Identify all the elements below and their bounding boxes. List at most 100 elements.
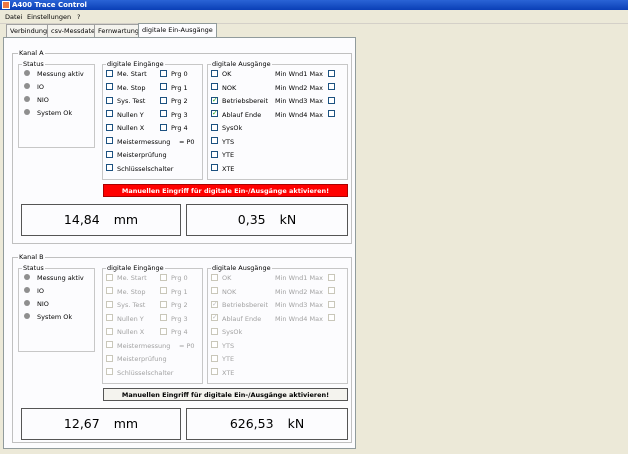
checkbox-ok[interactable]: OK	[211, 69, 231, 78]
checkbox-min-wnd1-max: Min Wnd1 Max	[275, 273, 335, 282]
status-led-io: IO	[24, 83, 44, 91]
checkbox-box[interactable]	[106, 137, 113, 144]
checkbox-min-wnd4-max[interactable]: Min Wnd4 Max	[275, 110, 335, 119]
checkbox-label: Betriebsbereit	[222, 301, 269, 309]
checkbox-schluesselschalter[interactable]: Schlüsselschalter	[106, 164, 174, 173]
checkbox-box[interactable]	[160, 96, 167, 104]
checkbox-box[interactable]	[160, 123, 167, 131]
kanal-b-group: Kanal B Status Messung aktiv IO NIO System Ok…	[12, 253, 352, 443]
checkbox-label: Schlüsselschalter	[117, 164, 174, 173]
checkbox-label: Min Wnd2 Max	[275, 83, 323, 92]
checkbox-min-wnd2-max[interactable]: Min Wnd2 Max	[275, 83, 335, 92]
checkbox-sysok[interactable]: SysOk	[211, 123, 242, 132]
checkbox-box[interactable]	[106, 83, 113, 90]
checkbox-label: Me. Start	[117, 274, 147, 282]
checkbox-sys-test[interactable]: Sys. Test	[106, 96, 145, 105]
manual-intervention-button[interactable]: Manuellen Eingriff für digitale Ein-/Aus…	[103, 388, 348, 401]
tab-fernwartung[interactable]: Fernwartung	[94, 24, 143, 37]
checkbox-box[interactable]	[160, 110, 167, 117]
tab-digitale-ein-ausgaenge[interactable]: digitale Ein-Ausgänge	[138, 23, 217, 38]
checkbox-min-wnd1-max[interactable]: Min Wnd1 Max	[275, 69, 335, 78]
checkbox-box[interactable]	[211, 164, 218, 171]
checkbox-box[interactable]	[106, 69, 113, 77]
status-led-label: NIO	[37, 96, 49, 104]
checkbox-yts[interactable]: YTS	[211, 137, 234, 146]
checkbox-label: Prg 4	[171, 328, 188, 336]
tab-csv-messdatei[interactable]: csv-Messdatei	[47, 24, 101, 37]
checkbox-yte[interactable]: YTE	[211, 150, 235, 159]
checkbox-prg-0[interactable]: Prg 0	[160, 69, 188, 78]
checkbox-box[interactable]	[211, 83, 218, 90]
checkbox-betriebsbereit[interactable]: Betriebsbereit	[211, 96, 268, 105]
measurement-display-kn: 0,35 kN	[186, 204, 348, 236]
checkbox-meistermessung[interactable]: Meistermessung	[106, 137, 170, 146]
checkbox-betriebsbereit: Betriebsbereit	[211, 300, 269, 309]
checkbox-ablauf-ende[interactable]: Ablauf Ende	[211, 109, 261, 119]
empty-area	[358, 37, 628, 454]
checkbox-prg-3: Prg 3	[160, 314, 188, 323]
status-group: Status Messung aktiv IO NIO System Ok	[18, 264, 95, 352]
checkbox-box[interactable]	[211, 69, 218, 77]
checkbox-box	[327, 300, 335, 308]
checkbox-nullen-y[interactable]: Nullen Y	[106, 110, 144, 119]
checkbox-label: YTE	[222, 151, 235, 159]
checkbox-label: YTS	[222, 341, 235, 350]
checkbox-box[interactable]	[327, 69, 335, 77]
checkbox-box[interactable]	[106, 164, 113, 171]
checkbox-yts: YTS	[211, 341, 235, 350]
status-led-icon	[24, 313, 30, 319]
checkbox-prg-4[interactable]: Prg 4	[160, 123, 188, 132]
checkbox-label: Prg 4	[171, 124, 188, 132]
measurement-display-kn: 626,53 kN	[186, 408, 348, 440]
checkbox-box[interactable]	[327, 96, 335, 104]
checkbox-box	[211, 368, 218, 375]
status-led-label: Messung aktiv	[37, 70, 84, 78]
checkbox-box[interactable]	[160, 69, 167, 77]
checkbox-label: XTE	[222, 368, 235, 377]
menu-einstellungen[interactable]: Einstellungen	[27, 13, 71, 21]
manual-intervention-button[interactable]: Manuellen Eingriff für digitale Ein-/Aus…	[103, 184, 348, 197]
status-led-icon	[24, 70, 30, 76]
checkbox-label: Prg 0	[171, 70, 188, 78]
checkbox-me-start[interactable]: Me. Start	[106, 69, 147, 78]
status-led-system-ok: System Ok	[24, 313, 72, 321]
status-led-icon	[24, 83, 30, 89]
checkbox-prg-1[interactable]: Prg 1	[160, 83, 188, 92]
checkbox-prg-3[interactable]: Prg 3	[160, 110, 188, 119]
checkbox-box	[327, 287, 335, 294]
checkbox-meisterpruefung[interactable]: Meisterprüfung	[106, 150, 167, 159]
checkbox-prg-2[interactable]: Prg 2	[160, 96, 188, 105]
checkbox-box[interactable]	[327, 110, 335, 117]
checkbox-min-wnd3-max[interactable]: Min Wnd3 Max	[275, 96, 335, 105]
checkbox-box[interactable]	[327, 83, 335, 90]
checkbox-label: Prg 0	[171, 274, 188, 282]
checkbox-prg-2: Prg 2	[160, 300, 188, 309]
status-led-label: System Ok	[37, 313, 73, 321]
checkbox-box[interactable]	[106, 150, 113, 158]
checkbox-box[interactable]	[106, 96, 113, 104]
checkbox-box[interactable]	[211, 109, 218, 117]
checkbox-xte[interactable]: XTE	[211, 164, 234, 173]
checkbox-nok: NOK	[211, 287, 236, 296]
checkbox-box[interactable]	[160, 83, 167, 90]
checkbox-box	[211, 300, 218, 308]
checkbox-nullen-x[interactable]: Nullen X	[106, 123, 144, 132]
checkbox-box	[106, 354, 113, 362]
checkbox-box	[106, 287, 113, 294]
menu-help[interactable]: ?	[77, 13, 80, 21]
tab-verbindung[interactable]: Verbindung	[6, 24, 52, 37]
checkbox-me-stop[interactable]: Me. Stop	[106, 83, 146, 92]
checkbox-box	[211, 354, 218, 362]
checkbox-box	[160, 327, 167, 335]
menu-datei[interactable]: Datei	[5, 13, 22, 21]
checkbox-label: Min Wnd4 Max	[275, 110, 323, 119]
checkbox-box[interactable]	[211, 123, 218, 131]
checkbox-nok[interactable]: NOK	[211, 83, 236, 92]
checkbox-box[interactable]	[106, 123, 113, 131]
checkbox-box[interactable]	[106, 110, 113, 117]
checkbox-box[interactable]	[211, 96, 218, 104]
checkbox-box[interactable]	[211, 137, 218, 144]
checkbox-nullen-x: Nullen X	[106, 327, 144, 336]
checkbox-box[interactable]	[211, 150, 218, 158]
display-value: 14,84	[63, 212, 100, 227]
